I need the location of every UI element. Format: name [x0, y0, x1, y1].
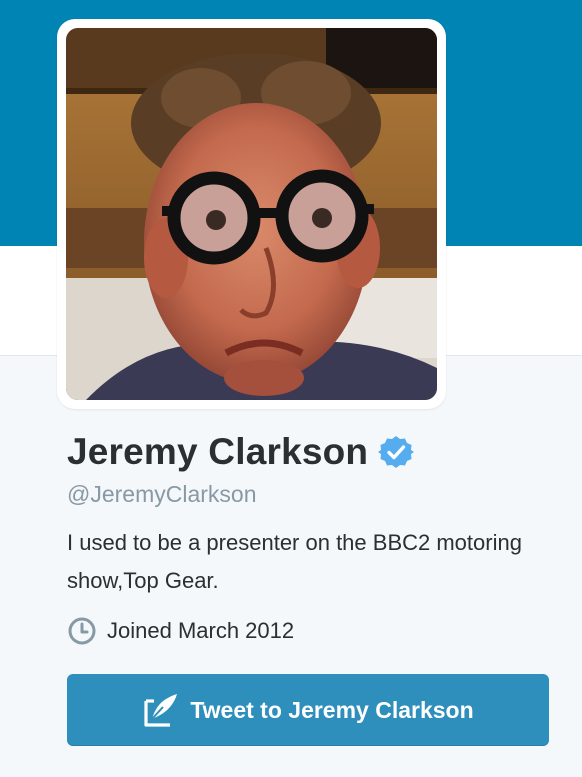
- clock-icon: [67, 616, 97, 646]
- verified-badge-icon[interactable]: [378, 434, 415, 470]
- profile-screen-name[interactable]: @JeremyClarkson: [67, 478, 557, 510]
- name-row: Jeremy Clarkson: [67, 426, 557, 478]
- join-date: Joined March 2012: [67, 614, 557, 648]
- tweet-to-button[interactable]: Tweet to Jeremy Clarkson: [67, 674, 549, 746]
- compose-tweet-icon: [142, 691, 180, 729]
- profile-bio: I used to be a presenter on the BBC2 mot…: [67, 530, 522, 593]
- avatar-frame: [57, 19, 446, 409]
- profile-page: Jeremy Clarkson @JeremyClarkson I used t…: [0, 0, 582, 777]
- avatar[interactable]: [66, 28, 437, 400]
- join-date-text: Joined March 2012: [107, 618, 295, 643]
- tweet-to-label: Tweet to Jeremy Clarkson: [190, 696, 474, 723]
- profile-fullname[interactable]: Jeremy Clarkson: [67, 431, 368, 473]
- profile-card: Jeremy Clarkson @JeremyClarkson I used t…: [67, 426, 557, 648]
